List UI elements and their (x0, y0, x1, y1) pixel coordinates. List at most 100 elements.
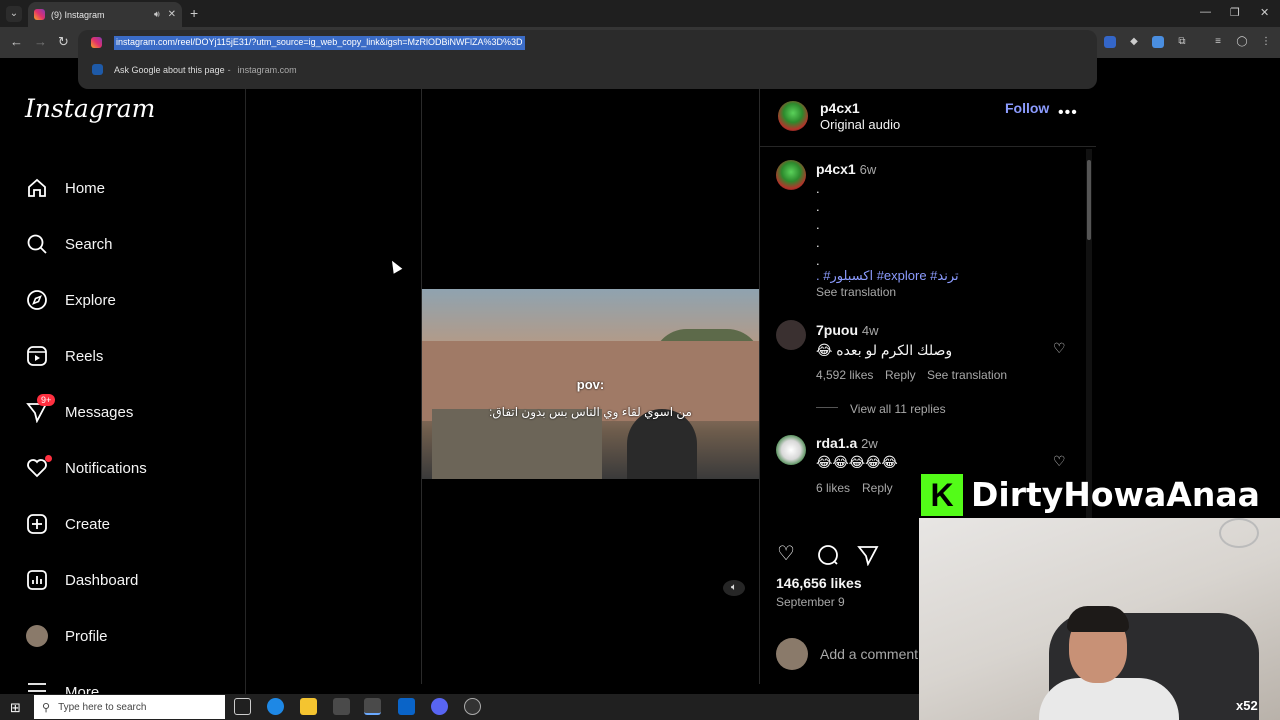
suggestion-domain: instagram.com (237, 64, 297, 75)
see-translation-link[interactable]: See translation (816, 285, 896, 299)
search-icon (26, 233, 48, 255)
nav-label: Profile (65, 627, 108, 645)
like-comment-icon[interactable]: ♡ (1053, 453, 1066, 470)
share-icon[interactable] (857, 541, 879, 572)
reel-video[interactable]: pov: من اسوي لقاء وي الناس بس بدون اتفاق… (422, 289, 759, 479)
close-window-icon[interactable]: ✕ (1260, 6, 1269, 19)
view-replies-button[interactable]: View all 11 replies (850, 402, 946, 416)
current-user-avatar (776, 638, 808, 670)
nav-label: Messages (65, 403, 134, 421)
store-icon[interactable] (333, 698, 350, 715)
google-lens-icon (92, 64, 103, 75)
menu-kebab-icon[interactable]: ⋮ (1260, 36, 1272, 48)
task-view-icon[interactable] (234, 698, 251, 715)
avatar (26, 625, 48, 647)
comment-username[interactable]: rda1.a 2w (816, 435, 878, 451)
nav-more[interactable]: More (26, 680, 99, 694)
speaker-icon[interactable]: 🔊︎ (154, 9, 160, 20)
video-overlay-text: pov: (576, 377, 605, 392)
nav-label: Create (65, 515, 111, 533)
see-translation-link[interactable]: See translation (927, 368, 1007, 382)
reply-button[interactable]: Reply (885, 368, 916, 382)
nav-home[interactable]: Home (26, 176, 105, 200)
kick-logo: K (921, 473, 963, 516)
caption-dot: . (816, 181, 820, 196)
reels-icon (26, 345, 48, 367)
streamer-name: DirtyHowaAnaa (971, 475, 1260, 514)
caption-dot: . (816, 253, 820, 268)
outlook-icon[interactable] (398, 698, 415, 715)
caption-age: 6w (859, 162, 877, 177)
windows-start-icon[interactable]: ⊞ (10, 700, 21, 716)
caption-username[interactable]: p4cx1 6w (816, 161, 876, 177)
post-likes[interactable]: 146,656 likes (776, 575, 862, 591)
tab-search-button[interactable]: ⌄ (6, 6, 22, 22)
nav-search[interactable]: Search (26, 232, 113, 256)
search-placeholder: Type here to search (58, 701, 147, 713)
comment-text: 😂😂😂😂😂 (816, 454, 898, 470)
nav-create[interactable]: Create (26, 512, 110, 536)
comment-likes[interactable]: 4,592 likes (816, 368, 873, 382)
webcam-feed (919, 518, 1280, 720)
maximize-icon[interactable]: ❐ (1230, 6, 1240, 19)
author-avatar[interactable] (778, 101, 808, 131)
like-icon[interactable]: ♡ (777, 541, 795, 566)
nav-label: More (65, 684, 100, 694)
messages-badge: 9+ (37, 394, 56, 406)
author-username[interactable]: p4cx1 (820, 100, 860, 116)
comment-likes[interactable]: 6 likes (816, 481, 850, 495)
dashboard-icon (26, 569, 48, 591)
chrome-icon[interactable] (364, 698, 381, 715)
profile-icon[interactable]: ◯ (1236, 36, 1248, 48)
forward-icon[interactable]: → (34, 34, 47, 49)
nav-label: Home (65, 179, 106, 197)
file-explorer-icon[interactable] (300, 698, 317, 715)
nav-notifications[interactable]: Notifications (26, 456, 147, 480)
reply-button[interactable]: Reply (862, 481, 893, 495)
nav-profile[interactable]: Profile (26, 624, 108, 648)
edge-icon[interactable] (267, 698, 284, 715)
explore-icon (26, 289, 48, 311)
taskbar-search-input[interactable]: ⚲ Type here to search (34, 695, 225, 719)
like-comment-icon[interactable]: ♡ (1053, 340, 1066, 357)
nav-reels[interactable]: Reels (26, 344, 103, 368)
translate-icon[interactable] (1104, 36, 1116, 48)
obs-icon[interactable] (464, 698, 481, 715)
more-options-icon[interactable]: ••• (1058, 104, 1078, 122)
instagram-logo[interactable]: Instagram (25, 94, 155, 123)
new-tab-button[interactable]: + (190, 5, 198, 21)
back-icon[interactable]: ← (10, 34, 23, 49)
search-icon: ⚲ (42, 701, 51, 714)
video-caption: من اسوي لقاء وي الناس بس بدون اتفاق: (489, 405, 692, 419)
comment-username[interactable]: 7puou 4w (816, 322, 879, 338)
discord-icon[interactable] (431, 698, 448, 715)
media-control-icon[interactable]: ≡ (1212, 36, 1224, 48)
nav-label: Reels (65, 347, 104, 365)
caption-hashtags[interactable]: . #اكسبلور #explore #ترند (816, 268, 959, 284)
extensions-puzzle-icon[interactable]: ⧉ (1176, 36, 1188, 48)
extension-icon-2[interactable] (1152, 36, 1164, 48)
scrollbar-thumb[interactable] (1087, 160, 1091, 240)
multiplier-badge: x52 (1236, 698, 1258, 713)
audio-label[interactable]: Original audio (820, 117, 900, 132)
comment-icon[interactable] (817, 541, 839, 572)
nav-dashboard[interactable]: Dashboard (26, 568, 138, 592)
minimize-icon[interactable]: — (1200, 6, 1211, 18)
address-bar-url[interactable]: instagram.com/reel/DOYj115jE31/?utm_sour… (114, 36, 525, 50)
caption-dot: . (816, 217, 820, 232)
follow-button[interactable]: Follow (1005, 100, 1049, 116)
extension-icon[interactable]: ◆ (1128, 36, 1140, 48)
omnibox-suggestion[interactable]: Ask Google about this page - instagram.c… (92, 64, 297, 75)
mute-icon[interactable]: 🔈︎ (723, 580, 745, 596)
instagram-favicon-icon (34, 9, 45, 20)
comment-avatar[interactable] (776, 320, 806, 350)
menu-icon (26, 680, 48, 694)
add-comment-input[interactable]: Add a comment... (820, 646, 930, 662)
reload-icon[interactable]: ↻ (58, 34, 69, 50)
close-tab-icon[interactable]: ✕ (168, 9, 176, 20)
browser-tab[interactable]: (9) Instagram 🔊︎ ✕ (28, 2, 182, 27)
comment-avatar[interactable] (776, 435, 806, 465)
caption-avatar[interactable] (776, 160, 806, 190)
nav-explore[interactable]: Explore (26, 288, 116, 312)
home-icon (26, 177, 48, 199)
